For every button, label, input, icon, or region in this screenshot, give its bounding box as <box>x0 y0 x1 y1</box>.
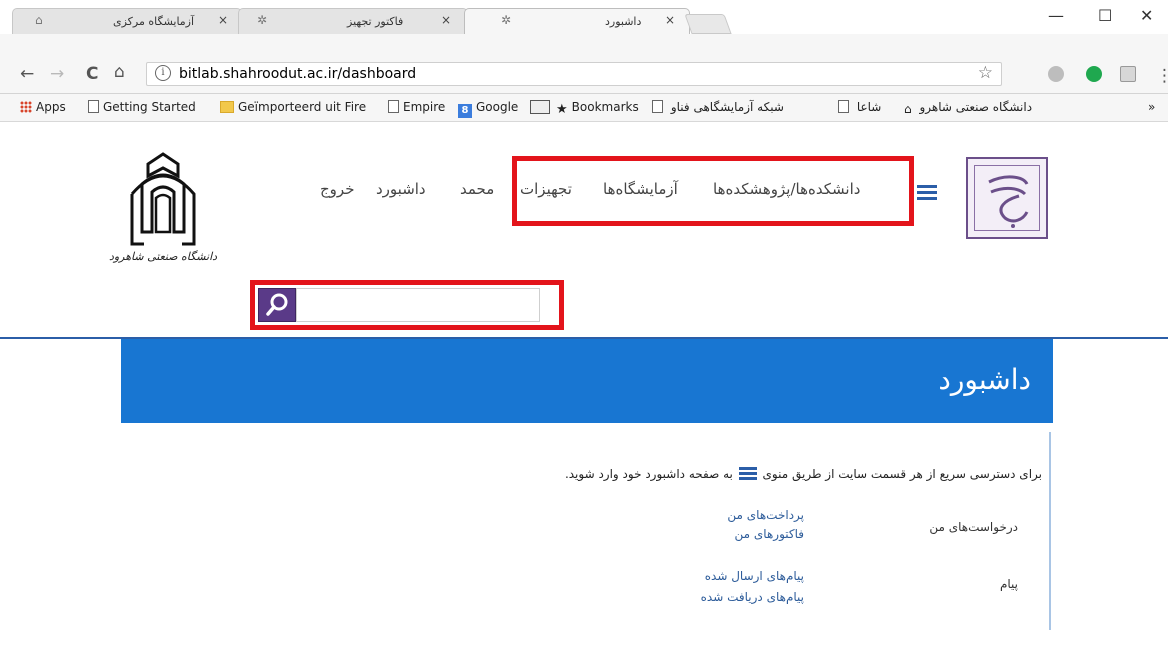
tab-close-icon[interactable]: × <box>665 13 675 27</box>
tab-close-icon[interactable]: × <box>441 13 451 27</box>
extension-doc-icon[interactable] <box>1120 66 1136 82</box>
extension-green-icon[interactable] <box>1086 66 1102 82</box>
university-caption: دانشگاه صنعتی شاهرود <box>108 250 218 263</box>
university-emblem-icon <box>130 152 196 246</box>
nav-faculties[interactable]: دانشکده‌ها/پژوهشکده‌ها <box>713 180 860 198</box>
reload-icon[interactable]: C <box>86 64 98 84</box>
bookmark-shahrood-university[interactable]: دانشگاه صنعتی شاهرو ⌂ <box>904 100 1032 116</box>
bookmark-bookmarks[interactable]: ★ Bookmarks <box>556 100 639 117</box>
my-invoices-link[interactable]: فاکتورهای من <box>735 527 804 541</box>
logout-link[interactable]: خروج <box>320 180 354 198</box>
university-favicon-icon: ⌂ <box>35 13 43 27</box>
forward-arrow-icon[interactable]: → <box>50 64 64 84</box>
home-icon[interactable]: ⌂ <box>114 62 125 82</box>
maximize-button[interactable]: ☐ <box>1098 6 1112 25</box>
site-info-icon[interactable]: i <box>155 65 171 81</box>
tab-dashboard[interactable]: ✲ داشبورد × <box>464 8 690 34</box>
received-messages-link[interactable]: پیام‌های دریافت شده <box>701 590 804 604</box>
page-banner: داشبورد <box>121 339 1053 423</box>
nav-labs[interactable]: آزمایشگاه‌ها <box>603 180 678 198</box>
university-icon: ⌂ <box>904 102 912 116</box>
page-icon <box>652 100 663 113</box>
gear-favicon-icon: ✲ <box>257 13 268 27</box>
section-label-my-requests: درخواست‌های من <box>929 520 1018 534</box>
folder-icon <box>220 101 234 113</box>
nav-equipment[interactable]: تجهیزات <box>520 180 572 198</box>
hamburger-menu-icon[interactable] <box>917 185 937 201</box>
logo-glyph-icon <box>988 175 1029 228</box>
section-label-messages: پیام <box>999 577 1018 591</box>
lab-network-logo[interactable] <box>966 157 1048 239</box>
address-bar[interactable]: i bitlab.shahroodut.ac.ir/dashboard ☆ <box>146 62 1002 86</box>
bookmark-google[interactable]: 8 Google <box>458 100 518 118</box>
page-icon <box>88 100 99 113</box>
page-icon <box>388 100 399 113</box>
bookmark-tech-lab-network[interactable]: شبکه آزمایشگاهی فناو <box>652 100 784 114</box>
google-icon: 8 <box>458 104 472 118</box>
close-window-button[interactable]: ✕ <box>1140 6 1153 25</box>
tab-strip: ⌂ آزمایشگاه مرکزی × ✲ فاکتور تجهیز × ✲ د… <box>0 0 1168 34</box>
tab-title: فاکتور تجهیز <box>347 15 404 28</box>
hamburger-menu-icon <box>738 467 757 480</box>
extension-gray-icon[interactable] <box>1048 66 1064 82</box>
page-title: داشبورد <box>938 363 1031 396</box>
star-icon: ★ <box>556 102 568 117</box>
minimize-button[interactable]: — <box>1048 6 1064 25</box>
tab-close-icon[interactable]: × <box>218 13 228 27</box>
bookmark-shaa[interactable]: شاعا <box>838 100 881 114</box>
logo-frame <box>974 165 1040 231</box>
back-arrow-icon[interactable]: ← <box>20 64 34 84</box>
new-tab-button[interactable] <box>684 14 732 34</box>
search-button[interactable] <box>258 288 296 322</box>
sent-messages-link[interactable]: پیام‌های ارسال شده <box>705 569 804 583</box>
menu-kebab-icon[interactable]: ⋮ <box>1156 66 1168 86</box>
search-input[interactable] <box>296 288 540 322</box>
bookmark-empire[interactable]: Empire <box>388 100 445 114</box>
content-accent-rule <box>1049 432 1051 630</box>
apps-grid-icon <box>20 101 32 113</box>
page-icon <box>838 100 849 113</box>
url-text[interactable]: bitlab.shahroodut.ac.ir/dashboard <box>179 66 416 82</box>
bookmark-apps[interactable]: Apps <box>20 100 66 114</box>
bookmarks-bar: Apps Getting Started Geïmporteerd uit Fi… <box>0 94 1168 122</box>
nav-dashboard[interactable]: داشبورد <box>376 180 426 198</box>
user-name-link[interactable]: محمد <box>460 180 494 198</box>
tab-title: داشبورد <box>605 15 642 28</box>
bookmark-star-icon[interactable]: ☆ <box>978 63 993 83</box>
my-payments-link[interactable]: پرداخت‌های من <box>727 508 804 522</box>
bookmark-image-icon[interactable] <box>530 100 550 114</box>
tab-central-lab[interactable]: ⌂ آزمایشگاه مرکزی × <box>12 8 242 34</box>
tab-equipment-invoice[interactable]: ✲ فاکتور تجهیز × <box>238 8 468 34</box>
tab-title: آزمایشگاه مرکزی <box>113 15 195 28</box>
gear-favicon-icon: ✲ <box>501 13 512 27</box>
search-icon <box>266 293 288 316</box>
bookmarks-overflow-icon[interactable]: » <box>1148 100 1155 114</box>
bookmark-getting-started[interactable]: Getting Started <box>88 100 196 114</box>
bookmark-imported[interactable]: Geïmporteerd uit Fire <box>220 100 370 114</box>
dashboard-intro-text: برای دسترسی سریع از هر قسمت سایت از طریق… <box>564 467 1042 481</box>
